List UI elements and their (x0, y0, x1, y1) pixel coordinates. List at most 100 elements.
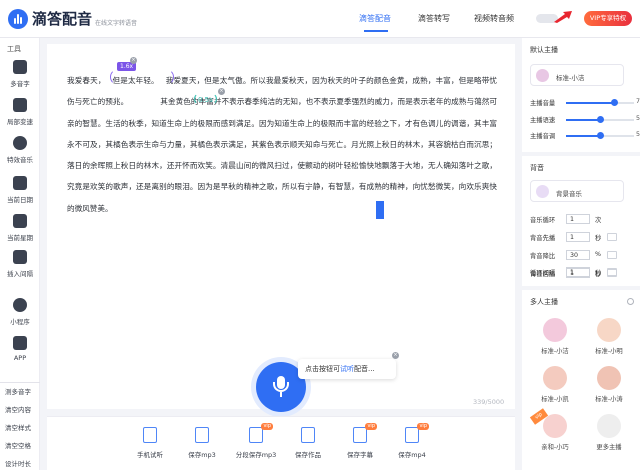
slider-knob[interactable] (597, 132, 604, 139)
clear-style-button[interactable]: 清空样式 (0, 422, 40, 432)
loop-interval-input[interactable]: 1 (566, 267, 590, 277)
tab-dida-transcribe[interactable]: 滴答转写 (418, 13, 450, 24)
vip-tag: vip (261, 423, 273, 430)
stepper[interactable] (607, 251, 617, 259)
subtitle-icon (353, 427, 367, 443)
save-work-icon (301, 427, 315, 443)
mobile-preview-button[interactable]: 手机试听 (121, 427, 179, 459)
panel-title: 多人主播 (530, 298, 558, 306)
phone-icon (143, 427, 157, 443)
red-arrow-icon (554, 11, 572, 23)
sidebar-item-label: 当前日期 (7, 196, 33, 204)
slider-knob[interactable] (610, 99, 618, 106)
voice-option[interactable]: vip 亲和-小巧 (529, 408, 580, 451)
check-polyphone-button[interactable]: 测多音字 (0, 386, 40, 396)
sidebar-item-label: 特效音乐 (7, 156, 33, 164)
bgm-lead-input[interactable]: 1 (566, 232, 590, 242)
listen-link[interactable]: 试听 (340, 365, 354, 373)
avatar (597, 366, 621, 390)
app-tagline: 在线文字转语音 (95, 20, 138, 27)
top-header: 滴答配音 在线文字转语音 滴答配音 滴答转写 视频转音频 VIP专享特权 (0, 0, 640, 38)
save-work-button[interactable]: 保存作品 (279, 427, 337, 459)
panel-title: 默认主播 (530, 46, 558, 54)
sidebar-item-label: 多音字 (10, 80, 30, 88)
volume-slider[interactable]: 主播音量 7 (530, 98, 640, 108)
text-editor[interactable]: 我爱春天， 但是太年轻。 我爱夏天，但是太气傲。所以我最爱秋天，因为秋天的叶子的颜色… (47, 44, 515, 409)
avatar (543, 366, 567, 390)
split-save-icon (249, 427, 263, 443)
sidebar-item-effect-music[interactable]: 特效音乐 (0, 136, 40, 164)
clear-content-button[interactable]: 清空内容 (0, 404, 40, 414)
close-tooltip-icon[interactable]: × (392, 352, 399, 359)
sidebar-item-label: 插入间隔 (7, 270, 33, 278)
save-mp4-button[interactable]: vip 保存mp4 (383, 423, 441, 459)
default-voice-panel: 默认主播 标准-小洁 主播音量 7 主播语速 5 主播音调 5 (522, 38, 640, 152)
more-voices-button[interactable]: 更多主播 (584, 414, 634, 451)
remove-speed-icon[interactable]: × (130, 57, 137, 64)
bgm-lead-field: 背音先播 1 秒 (530, 232, 636, 242)
remove-pause-icon[interactable]: × (218, 88, 225, 95)
app-icon (13, 336, 27, 350)
music-icon (536, 185, 549, 198)
mp3-file-icon (195, 427, 209, 443)
vip-privilege-button[interactable]: VIP专享特权 (584, 11, 632, 26)
sidebar-item-miniprogram[interactable]: 小程序 (0, 298, 40, 326)
sidebar-item-polyphone[interactable]: 多音字 (0, 60, 40, 88)
stepper[interactable] (607, 268, 617, 276)
music-icon (13, 136, 27, 150)
miniprogram-icon (13, 298, 27, 312)
save-subtitle-button[interactable]: vip 保存字幕 (331, 423, 389, 459)
vip-tag: vip (365, 423, 377, 430)
pitch-slider[interactable]: 主播音调 5 (530, 131, 640, 141)
voice-name: 标准-小洁 (556, 74, 585, 82)
more-icon (597, 414, 621, 438)
mp4-file-icon (405, 427, 419, 443)
save-mp3-button[interactable]: 保存mp3 (173, 427, 231, 459)
bgm-ratio-input[interactable]: 30 (566, 250, 590, 260)
polyphone-icon (13, 60, 27, 74)
loop-interval-field: 循环间隔 1 秒 (530, 267, 636, 277)
music-name: 背景音乐 (556, 190, 582, 198)
background-music-card[interactable]: 背景音乐 (530, 180, 624, 202)
sidebar-item-current-week[interactable]: 当前星期 (0, 214, 40, 242)
bottom-toolbar: 手机试听 保存mp3 vip 分段保存mp3 保存作品 vip 保存字幕 vip… (47, 416, 515, 470)
interval-icon (13, 250, 27, 264)
sidebar-item-label: 小程序 (10, 318, 30, 326)
sidebar-item-label: APP (13, 354, 27, 362)
avatar (543, 414, 567, 438)
stepper[interactable] (607, 233, 617, 241)
default-voice-card[interactable]: 标准-小洁 (530, 64, 624, 86)
split-save-mp3-button[interactable]: vip 分段保存mp3 (227, 423, 285, 459)
avatar (536, 69, 549, 82)
settings-gear-icon[interactable] (627, 298, 634, 305)
speed-slider[interactable]: 主播语速 5 (530, 115, 640, 125)
music-loop-input[interactable]: 1 (566, 214, 590, 224)
panel-title: 背音 (530, 164, 544, 172)
sidebar-item-insert-interval[interactable]: 插入间隔 (0, 250, 40, 278)
pause-badge[interactable]: 0.5s (194, 93, 217, 105)
sidebar-item-current-date[interactable]: 当前日期 (0, 176, 40, 204)
voice-option[interactable]: 标准-小明 (584, 318, 634, 355)
tab-dida-dubbing[interactable]: 滴答配音 (359, 13, 391, 24)
voice-option[interactable]: 标准-小凯 (530, 366, 580, 403)
set-duration-button[interactable]: 设计时长 (0, 458, 40, 468)
text-segment: 我爱春天， (67, 76, 106, 85)
avatar (543, 318, 567, 342)
bgm-ratio-field: 背音降比 30 % (530, 250, 636, 260)
sidebar-item-label: 当前星期 (7, 234, 33, 242)
clear-space-button[interactable]: 清空空格 (0, 440, 40, 450)
sidebar-item-label: 局部变速 (7, 118, 33, 126)
tab-video-to-audio[interactable]: 视频转音频 (474, 13, 514, 24)
editor-content[interactable]: 我爱春天， 但是太年轻。 我爱夏天，但是太气傲。所以我最爱秋天，因为秋天的叶子的颜色… (67, 70, 497, 219)
voice-option[interactable]: 标准-小涛 (584, 366, 634, 403)
sidebar-item-app[interactable]: APP (0, 336, 40, 362)
multi-voice-panel: 多人主播 标准-小洁 标准-小明 标准-小凯 标准-小涛 vip 亲和-小巧 更… (522, 290, 640, 470)
voice-option[interactable]: 标准-小洁 (530, 318, 580, 355)
char-counter: 339/5000 (473, 398, 505, 406)
slider-knob[interactable] (597, 116, 604, 123)
speed-icon (13, 98, 27, 112)
app-name: 滴答配音 (32, 10, 93, 28)
music-loop-field: 音乐循环 1 次 (530, 214, 602, 224)
speed-sentence-bracket (110, 69, 174, 85)
sidebar-item-partial-speed[interactable]: 局部变速 (0, 98, 40, 126)
